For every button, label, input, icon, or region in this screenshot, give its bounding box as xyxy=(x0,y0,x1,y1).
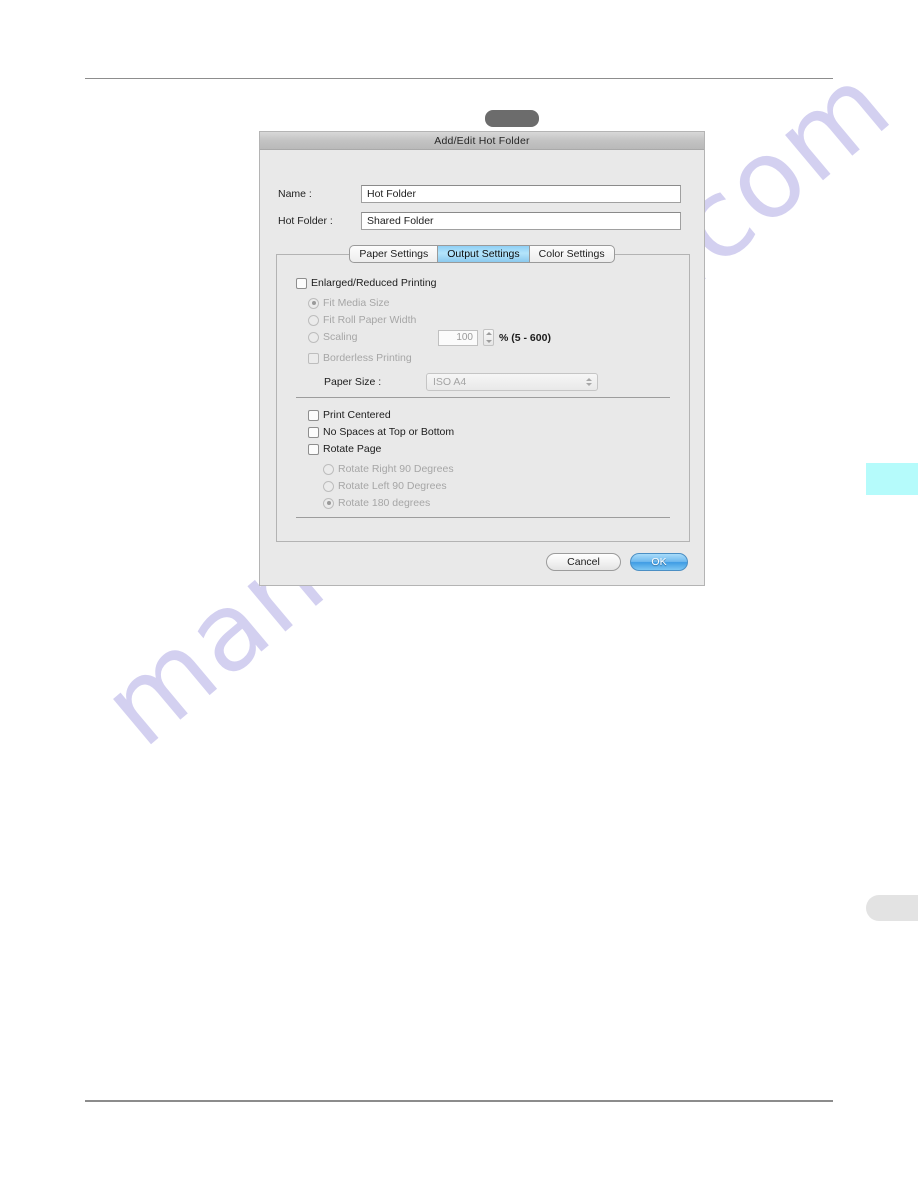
radio-icon xyxy=(308,331,319,343)
chevron-updown-icon xyxy=(586,378,592,386)
rotate-right-90-label: Rotate Right 90 Degrees xyxy=(338,463,454,475)
settings-tabbar: Paper Settings Output Settings Color Set… xyxy=(260,245,704,263)
radio-scaling[interactable]: Scaling xyxy=(308,331,357,343)
output-settings-panel: Enlarged/Reduced Printing Fit Media Size… xyxy=(276,254,690,542)
radio-rotate-left-90[interactable]: Rotate Left 90 Degrees xyxy=(323,480,447,492)
name-input[interactable]: Hot Folder xyxy=(361,184,681,203)
stepper-up-icon xyxy=(485,332,492,336)
stepper-down-icon xyxy=(485,339,492,343)
radio-icon xyxy=(308,314,319,326)
ok-button[interactable]: OK xyxy=(630,553,688,571)
borderless-printing-checkbox[interactable]: Borderless Printing xyxy=(308,352,412,364)
name-label: Name : xyxy=(278,187,312,200)
radio-icon xyxy=(323,463,334,475)
radio-icon xyxy=(323,497,334,509)
page-edge-tab-grey xyxy=(866,895,918,921)
dialog-body: Name : Hot Folder Hot Folder : Shared Fo… xyxy=(260,150,704,585)
scaling-control-group: 100 % (5 - 600) xyxy=(438,329,551,346)
radio-fit-media-size[interactable]: Fit Media Size xyxy=(308,297,390,309)
panel-separator-top xyxy=(296,397,670,398)
page-edge-tab-cyan xyxy=(866,463,918,495)
print-centered-checkbox[interactable]: Print Centered xyxy=(308,409,391,421)
paper-size-value: ISO A4 xyxy=(433,376,467,388)
paper-size-label: Paper Size : xyxy=(324,376,382,388)
checkbox-icon xyxy=(296,277,307,289)
dialog-title: Add/Edit Hot Folder xyxy=(434,134,530,147)
enlarged-reduced-printing-checkbox[interactable]: Enlarged/Reduced Printing xyxy=(296,277,437,289)
scaling-stepper[interactable] xyxy=(483,329,494,346)
rotate-180-label: Rotate 180 degrees xyxy=(338,497,431,509)
rotate-page-checkbox[interactable]: Rotate Page xyxy=(308,443,381,455)
rotate-left-90-label: Rotate Left 90 Degrees xyxy=(338,480,447,492)
scaling-range-note: % (5 - 600) xyxy=(499,331,551,344)
checkbox-icon xyxy=(308,409,319,421)
footer-rule xyxy=(85,1100,833,1102)
dialog-titlebar: Add/Edit Hot Folder xyxy=(260,132,704,150)
enlarged-reduced-printing-label: Enlarged/Reduced Printing xyxy=(311,277,437,289)
scaling-label: Scaling xyxy=(323,331,358,343)
checkbox-icon xyxy=(308,426,319,438)
paper-size-select[interactable]: ISO A4 xyxy=(426,373,598,391)
radio-rotate-right-90[interactable]: Rotate Right 90 Degrees xyxy=(323,463,454,475)
tab-output-settings[interactable]: Output Settings xyxy=(437,245,529,263)
header-rule xyxy=(85,78,833,79)
add-edit-hot-folder-dialog: Add/Edit Hot Folder Name : Hot Folder Ho… xyxy=(259,131,705,586)
cancel-button[interactable]: Cancel xyxy=(546,553,621,571)
print-centered-label: Print Centered xyxy=(323,409,391,421)
scaling-input[interactable]: 100 xyxy=(438,329,478,346)
radio-fit-roll-paper-width[interactable]: Fit Roll Paper Width xyxy=(308,314,416,326)
tab-paper-settings[interactable]: Paper Settings xyxy=(349,245,438,263)
hot-folder-label: Hot Folder : xyxy=(278,214,333,227)
paper-size-row: Paper Size : ISO A4 xyxy=(324,373,598,391)
checkbox-icon xyxy=(308,352,319,364)
no-spaces-checkbox[interactable]: No Spaces at Top or Bottom xyxy=(308,426,454,438)
checkbox-icon xyxy=(308,443,319,455)
radio-icon xyxy=(323,480,334,492)
radio-icon xyxy=(308,297,319,309)
radio-rotate-180[interactable]: Rotate 180 degrees xyxy=(323,497,430,509)
name-field-row: Name : Hot Folder xyxy=(260,184,704,203)
panel-separator-bottom xyxy=(296,517,670,518)
fit-roll-paper-width-label: Fit Roll Paper Width xyxy=(323,314,417,326)
no-spaces-label: No Spaces at Top or Bottom xyxy=(323,426,455,438)
dialog-button-bar: Cancel OK xyxy=(546,553,688,571)
fit-media-size-label: Fit Media Size xyxy=(323,297,390,309)
hot-folder-field-row: Hot Folder : Shared Folder xyxy=(260,211,704,230)
borderless-printing-label: Borderless Printing xyxy=(323,352,412,364)
tab-color-settings[interactable]: Color Settings xyxy=(528,245,615,263)
rotate-page-label: Rotate Page xyxy=(323,443,382,455)
toolbar-pill-button[interactable] xyxy=(485,110,539,127)
hot-folder-input[interactable]: Shared Folder xyxy=(361,211,681,230)
